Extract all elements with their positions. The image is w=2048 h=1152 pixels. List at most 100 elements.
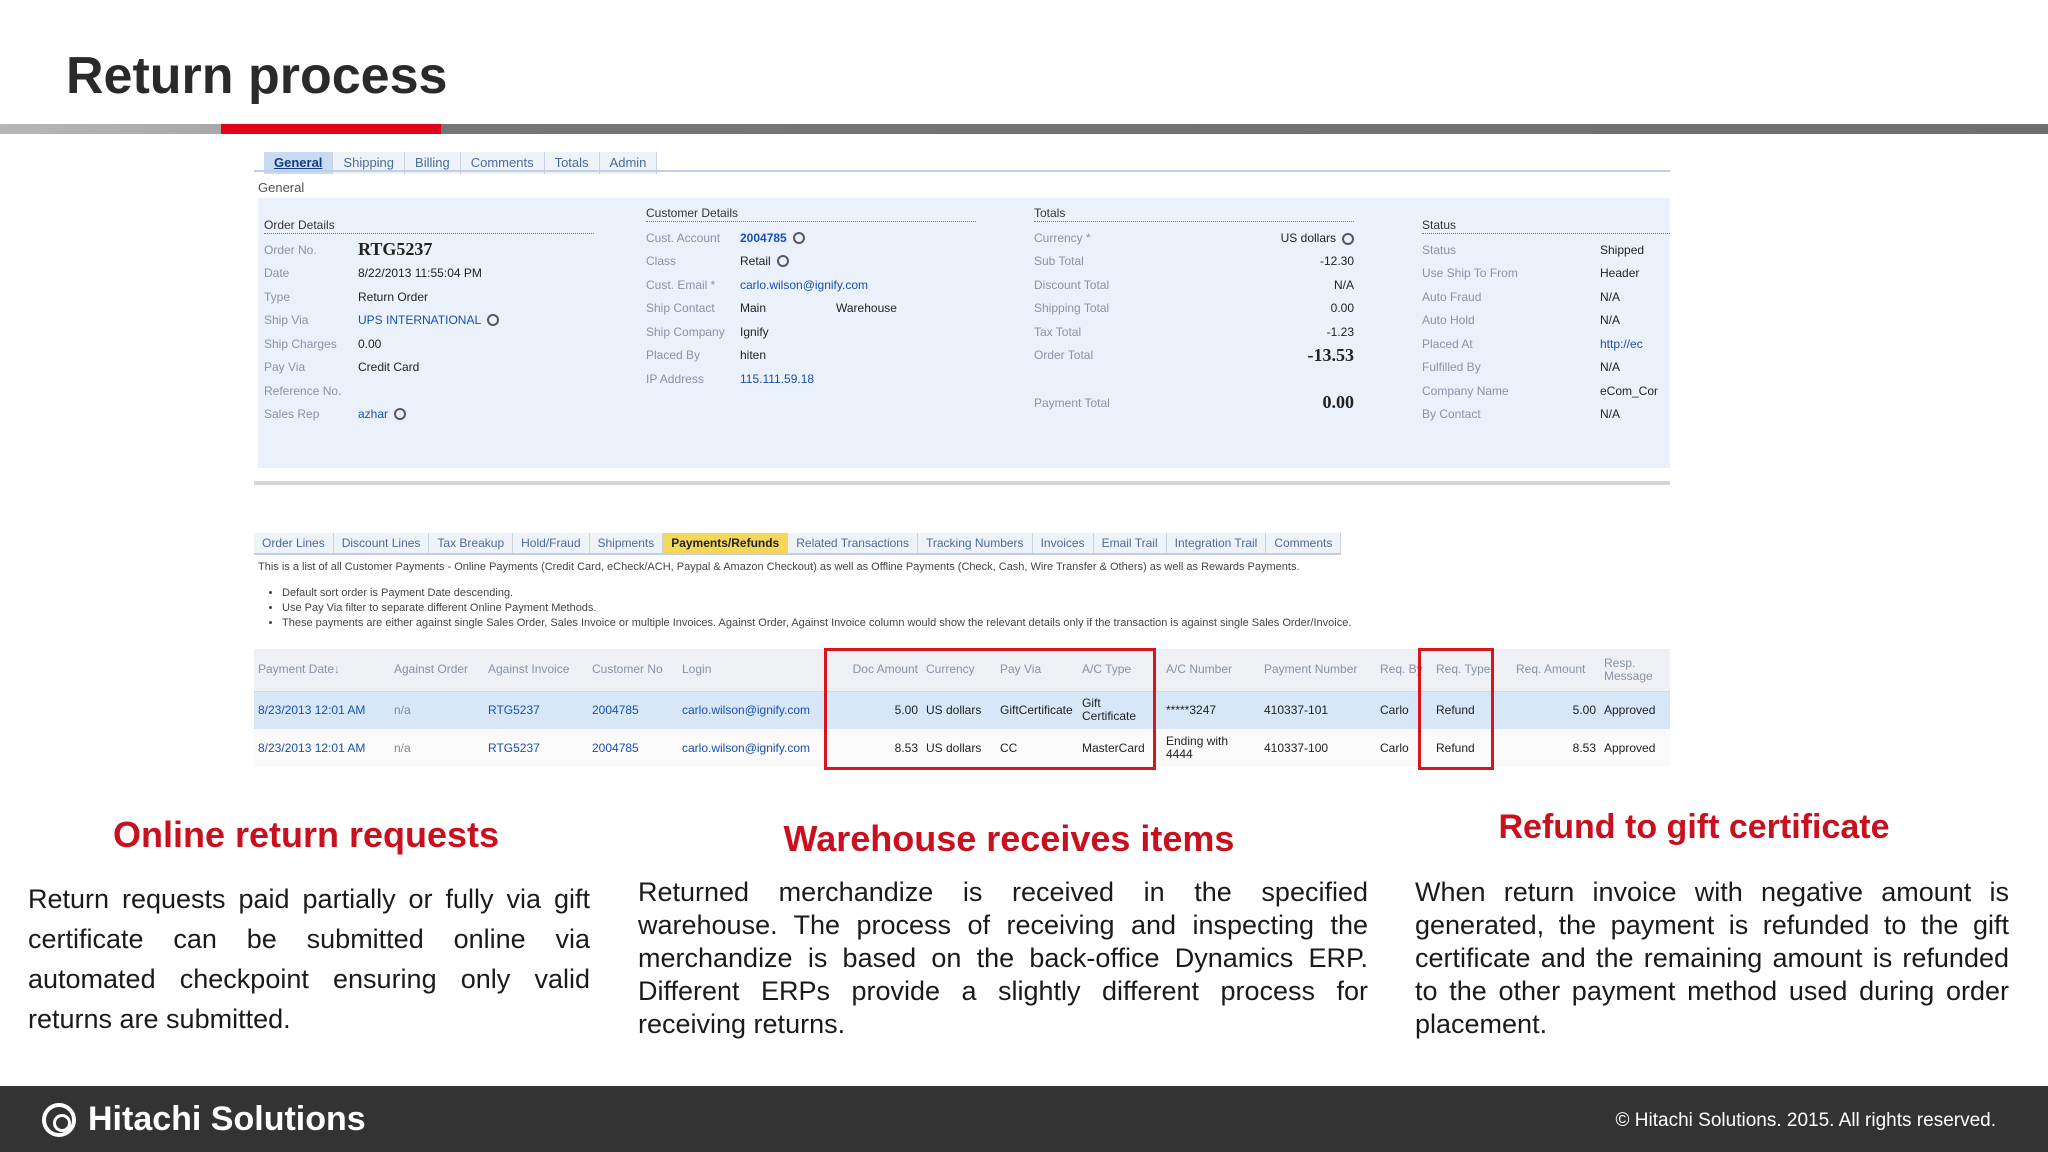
field-label: Placed By [646, 348, 701, 363]
note-item: Use Pay Via filter to separate different… [282, 602, 1351, 617]
arrow-circle-icon[interactable] [792, 231, 805, 244]
placed-at-link[interactable]: http://ec [1600, 337, 1658, 351]
auto-fraud-row: Auto Fraud N/A [1422, 285, 1670, 309]
against-invoice[interactable]: RTG5237 [484, 729, 588, 767]
field-label: Auto Hold [1422, 313, 1475, 328]
cust-email-link[interactable]: carlo.wilson@ignify.com [740, 278, 868, 292]
tab-tax-breakup[interactable]: Tax Breakup [429, 533, 514, 553]
column-header[interactable]: Resp. Message [1600, 649, 1670, 692]
field-label: Company Name [1422, 383, 1509, 398]
status: Status Status Shipped Use Ship To From Hea… [1422, 218, 1670, 426]
arrow-circle-icon[interactable] [394, 408, 407, 421]
order-total: -13.53 [1307, 344, 1355, 365]
tab-tracking-numbers[interactable]: Tracking Numbers [918, 533, 1033, 553]
field-label: Ship Via [264, 313, 309, 328]
field-label: Order No. [264, 242, 317, 257]
hitachi-logo-icon [42, 1102, 76, 1137]
fulfilled-by-row: Fulfilled By N/A [1422, 356, 1670, 380]
field-label: By Contact [1422, 407, 1481, 422]
column-header[interactable]: Customer No [588, 649, 678, 692]
cust-account-link[interactable]: 2004785 [740, 231, 787, 245]
login[interactable]: carlo.wilson@ignify.com [678, 691, 832, 729]
arrow-circle-icon[interactable] [487, 314, 500, 327]
column-header[interactable]: A/C Number [1162, 649, 1260, 692]
tab-hold-fraud[interactable]: Hold/Fraud [513, 533, 590, 553]
order-details: Order Details Order No. RTG5237 Date 8/22/… [264, 218, 594, 426]
field-label: Ship Charges [264, 336, 337, 351]
payments-notes: Default sort order is Payment Date desce… [282, 587, 1351, 632]
column-header[interactable]: Against Invoice [484, 649, 588, 692]
payment-date[interactable]: 8/23/2013 12:01 AM [254, 691, 390, 729]
column-header[interactable]: Req. Amount [1512, 649, 1600, 692]
tab-integration-trail[interactable]: Integration Trail [1167, 533, 1267, 553]
auto-fraud-value: N/A [1600, 289, 1621, 304]
against-invoice[interactable]: RTG5237 [484, 691, 588, 729]
customer-details: Customer Details Cust. Account 2004785 Cl… [646, 206, 976, 391]
sales-rep-link[interactable]: azhar [358, 407, 388, 421]
shipping-total: 0.00 [1330, 301, 1354, 316]
field-label: Ship Contact [646, 301, 715, 316]
column-header[interactable]: Payment Date↓ [254, 649, 390, 692]
payment-date[interactable]: 8/23/2013 12:01 AM [254, 729, 390, 767]
customer-no[interactable]: 2004785 [588, 691, 678, 729]
tab-email-trail[interactable]: Email Trail [1094, 533, 1167, 553]
req-type-highlight-box [1418, 648, 1494, 770]
customer-details-heading: Customer Details [646, 206, 976, 222]
field-label: Sub Total [1034, 254, 1084, 269]
column-header[interactable]: Against Order [390, 649, 484, 692]
field-label: Type [264, 289, 291, 304]
payment-number: 410337-101 [1260, 691, 1376, 729]
status-heading: Status [1422, 218, 1670, 234]
field-label: Date [264, 266, 290, 281]
field-label: Status [1422, 242, 1457, 257]
tab-shipments[interactable]: Shipments [590, 533, 664, 553]
against-order: n/a [390, 691, 484, 729]
tab-payments-refunds[interactable]: Payments/Refunds [663, 533, 789, 553]
field-label: Auto Fraud [1422, 289, 1482, 304]
ship-to-value: Header [1600, 266, 1640, 281]
page-title: Return process [66, 47, 448, 105]
ship-company: Ignify [740, 324, 769, 339]
tab-discount-lines[interactable]: Discount Lines [334, 533, 430, 553]
order-general-panel: General Shipping Billing Comments Totals… [254, 146, 1670, 485]
field-label: Order Total [1034, 348, 1094, 363]
discount-row: Discount Total N/A [1034, 273, 1354, 297]
caption-heading-warehouse: Warehouse receives items [783, 818, 1235, 859]
field-label: Cust. Email * [646, 277, 716, 292]
section-label: General [258, 180, 305, 195]
placed-at-row: Placed At http://ec [1422, 332, 1670, 356]
caption-text-warehouse: Returned merchandize is received in the … [638, 877, 1368, 1039]
field-label: Currency * [1034, 230, 1091, 245]
copyright: © Hitachi Solutions. 2015. All rights re… [1615, 1110, 1996, 1131]
payments-description: This is a list of all Customer Payments … [258, 561, 1300, 573]
customer-no[interactable]: 2004785 [588, 729, 678, 767]
note-item: Default sort order is Payment Date desce… [282, 587, 1351, 602]
field-label: IP Address [646, 371, 704, 386]
tab-invoices[interactable]: Invoices [1033, 533, 1094, 553]
arrow-circle-icon[interactable] [776, 255, 789, 268]
field-label: Cust. Account [646, 230, 721, 245]
field-label: Pay Via [264, 360, 306, 375]
tab-comments[interactable]: Comments [1266, 533, 1342, 553]
ac-number: Ending with 4444 [1162, 729, 1260, 767]
slide: Return process General Shipping Billing … [0, 0, 2048, 1152]
login[interactable]: carlo.wilson@ignify.com [678, 729, 832, 767]
ship-via-link[interactable]: UPS INTERNATIONAL [358, 313, 481, 327]
tab-related-transactions[interactable]: Related Transactions [788, 533, 918, 553]
caption-heading-online-returns: Online return requests [112, 814, 500, 855]
ship-charges: 0.00 [358, 336, 382, 351]
arrow-circle-icon[interactable] [1342, 232, 1354, 245]
by-contact-row: By Contact N/A [1422, 403, 1670, 427]
logo-text: Hitachi Solutions [88, 1100, 366, 1138]
column-header[interactable]: Payment Number [1260, 649, 1376, 692]
column-header[interactable]: Login [678, 649, 832, 692]
ship-company-row: Ship Company Ignify [646, 320, 976, 344]
cust-email-row: Cust. Email * carlo.wilson@ignify.com [646, 273, 976, 297]
ip-address-row: IP Address 115.111.59.18 [646, 367, 976, 391]
ac-number: *****3247 [1162, 691, 1260, 729]
tab-order-lines[interactable]: Order Lines [254, 533, 334, 553]
field-label: Payment Total [1034, 395, 1110, 410]
req-amount: 8.53 [1512, 729, 1600, 767]
company-name-value: eCom_Con [1600, 383, 1658, 398]
caption-text-online-returns: Return requests paid partially or fully … [28, 884, 590, 1034]
